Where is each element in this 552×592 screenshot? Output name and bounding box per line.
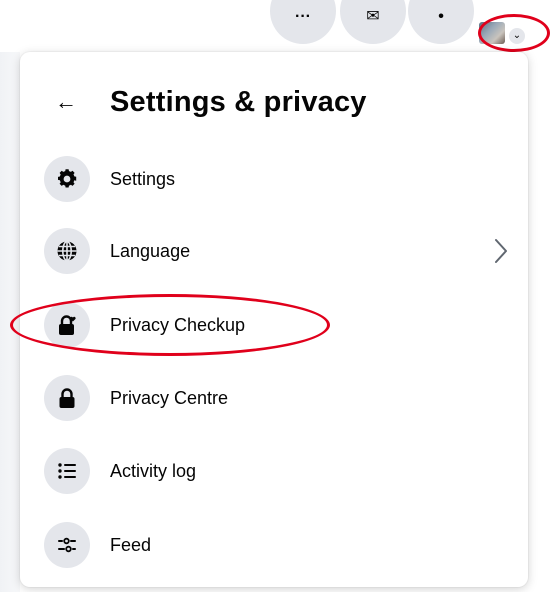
menu-item-language[interactable]: Language: [40, 222, 510, 280]
chevron-right-icon: [486, 234, 516, 268]
menu-item-feed[interactable]: Feed: [40, 516, 510, 574]
panel-header: ← Settings & privacy: [20, 74, 528, 130]
menu-icon: ···: [295, 8, 311, 25]
chevron-down-icon[interactable]: ⌄: [508, 27, 526, 45]
back-arrow-icon[interactable]: ←: [48, 84, 84, 120]
menu-button[interactable]: ···: [270, 0, 336, 44]
menu-item-privacy-centre[interactable]: Privacy Centre: [40, 369, 510, 427]
lock-icon: [44, 375, 90, 421]
lock-heart-icon: [44, 302, 90, 348]
messenger-icon: ✉: [366, 8, 380, 25]
panel-title: Settings & privacy: [110, 86, 367, 118]
menu-item-label: Language: [110, 241, 191, 261]
settings-privacy-panel: ← Settings & privacy Settings Language P…: [20, 52, 528, 587]
top-navigation-bar: ··· ✉ • ⌄: [0, 0, 552, 52]
bell-icon: •: [438, 8, 444, 25]
menu-item-settings[interactable]: Settings: [40, 150, 510, 208]
menu-item-label: Feed: [110, 535, 152, 555]
background-strip: [0, 52, 20, 592]
menu-item-label: Privacy Checkup: [110, 315, 246, 335]
menu-item-label: Privacy Centre: [110, 388, 229, 408]
notifications-button[interactable]: •: [408, 0, 474, 44]
messenger-button[interactable]: ✉: [340, 0, 406, 44]
globe-icon: [44, 228, 90, 274]
menu-item-label: Settings: [110, 169, 176, 189]
menu-item-label: Activity log: [110, 461, 197, 481]
sliders-icon: [44, 522, 90, 568]
gear-icon: [44, 156, 90, 202]
menu-item-activity-log[interactable]: Activity log: [40, 442, 510, 500]
menu-item-privacy-checkup[interactable]: Privacy Checkup: [40, 296, 510, 354]
avatar[interactable]: [479, 22, 505, 44]
list-icon: [44, 448, 90, 494]
